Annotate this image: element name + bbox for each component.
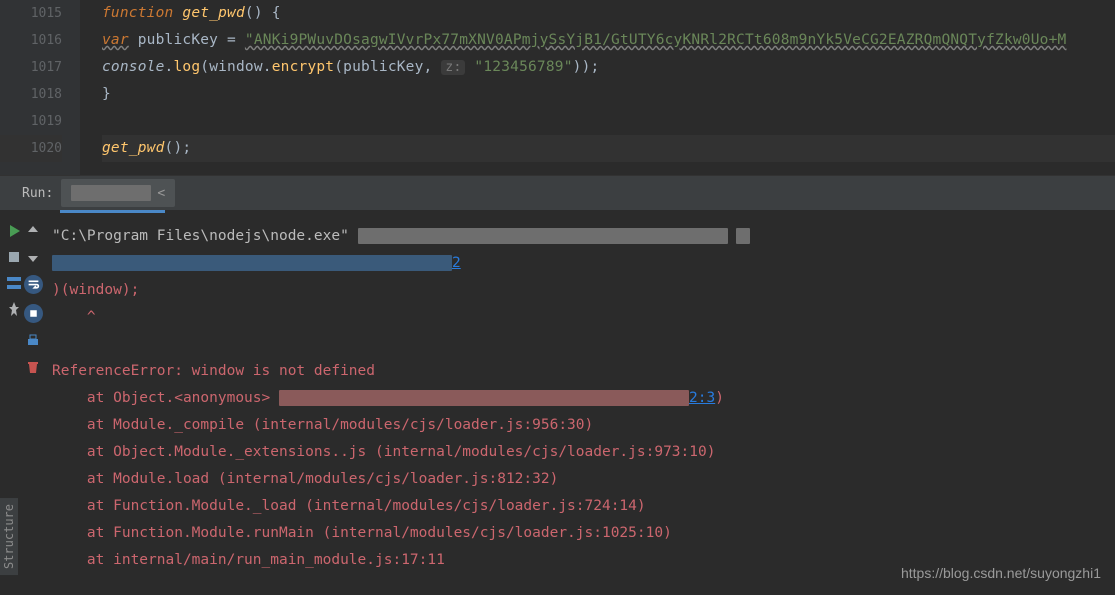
code-line[interactable]: var publicKey = "ANKi9PWuvDOsagwIVvrPx77… bbox=[102, 27, 1115, 54]
method-encrypt: encrypt bbox=[272, 59, 335, 75]
console-line: "C:\Program Files\nodejs\node.exe" bbox=[52, 223, 1115, 250]
function-call: get_pwd bbox=[102, 140, 165, 156]
link-tail[interactable]: 2 bbox=[452, 255, 461, 271]
pin-icon[interactable] bbox=[6, 301, 22, 317]
editor-area: 1015 1016 1017 1018 1019 1020 function g… bbox=[0, 0, 1115, 175]
node-path: "C:\Program Files\nodejs\node.exe" bbox=[52, 228, 349, 244]
layout-icon[interactable] bbox=[6, 275, 22, 291]
redacted bbox=[279, 390, 689, 406]
console-line: 2 bbox=[52, 250, 1115, 277]
soft-wrap-icon[interactable] bbox=[24, 275, 43, 294]
run-panel-header: Run: < bbox=[0, 176, 1115, 210]
trace-link[interactable]: 2:3 bbox=[689, 390, 715, 406]
clear-all-icon[interactable] bbox=[25, 359, 41, 375]
stop-icon[interactable] bbox=[6, 249, 22, 265]
console-line bbox=[52, 331, 1115, 358]
rerun-icon[interactable] bbox=[6, 223, 22, 239]
line-number: 1019 bbox=[0, 108, 62, 135]
code-line[interactable] bbox=[102, 108, 1115, 135]
code-line[interactable]: console.log(window.encrypt(publicKey, z:… bbox=[102, 54, 1115, 81]
redacted bbox=[358, 228, 728, 244]
console-line: )(window); bbox=[52, 277, 1115, 304]
redacted-link[interactable] bbox=[52, 255, 452, 271]
scroll-to-end-icon[interactable] bbox=[24, 304, 43, 323]
console-line: ^ bbox=[52, 304, 1115, 331]
line-number: 1017 bbox=[0, 54, 62, 81]
stack-trace-line: at Module.load (internal/modules/cjs/loa… bbox=[52, 466, 1115, 493]
structure-tool-window-tab[interactable]: Structure bbox=[0, 498, 18, 575]
variable-name: publicKey bbox=[138, 32, 218, 48]
object-console: console bbox=[102, 59, 165, 75]
line-number: 1020 bbox=[0, 135, 62, 162]
line-number: 1018 bbox=[0, 81, 62, 108]
stack-trace-line: at Function.Module._load (internal/modul… bbox=[52, 493, 1115, 520]
run-tab[interactable]: < bbox=[61, 179, 175, 207]
string-literal: "123456789" bbox=[474, 59, 572, 75]
run-tab-name-redacted bbox=[71, 185, 151, 201]
code-line[interactable]: function get_pwd() { bbox=[102, 0, 1115, 27]
line-number-gutter: 1015 1016 1017 1018 1019 1020 bbox=[0, 0, 80, 175]
print-icon[interactable] bbox=[25, 333, 41, 349]
console-output[interactable]: "C:\Program Files\nodejs\node.exe" 2 )(w… bbox=[50, 213, 1115, 574]
stack-trace-line: at Object.<anonymous> 2:3) bbox=[52, 385, 1115, 412]
line-number: 1016 bbox=[0, 27, 62, 54]
keyword-var: var bbox=[102, 32, 129, 48]
run-label: Run: bbox=[22, 186, 53, 201]
error-message: ReferenceError: window is not defined bbox=[52, 358, 1115, 385]
object-window: window bbox=[209, 59, 263, 75]
code-line-active[interactable]: get_pwd(); bbox=[102, 135, 1115, 162]
string-literal: "ANKi9PWuvDOsagwIVvrPx77mXNV0APmjySsYjB1… bbox=[245, 32, 1067, 48]
redacted bbox=[736, 228, 750, 244]
stack-trace-line: at Module._compile (internal/modules/cjs… bbox=[52, 412, 1115, 439]
watermark-url: https://blog.csdn.net/suyongzhi1 bbox=[901, 565, 1101, 581]
code-editor[interactable]: function get_pwd() { var publicKey = "AN… bbox=[80, 0, 1115, 175]
run-panel: Run: < bbox=[0, 175, 1115, 574]
stack-trace-line: at Function.Module.runMain (internal/mod… bbox=[52, 520, 1115, 547]
line-number: 1015 bbox=[0, 0, 62, 27]
argument: publicKey bbox=[343, 59, 423, 75]
operator: = bbox=[227, 32, 236, 48]
method-log: log bbox=[173, 59, 200, 75]
function-name: get_pwd bbox=[182, 5, 245, 21]
punct: () { bbox=[245, 5, 281, 21]
param-hint: z: bbox=[441, 60, 465, 75]
keyword-function: function bbox=[102, 5, 173, 21]
stack-trace-line: at Object.Module._extensions..js (intern… bbox=[52, 439, 1115, 466]
run-tab-chevron[interactable]: < bbox=[157, 186, 165, 201]
watermark: https://blog.csdn.net/suyongzhi1 bbox=[901, 565, 1101, 581]
up-arrow-icon[interactable] bbox=[25, 223, 41, 239]
code-line[interactable]: } bbox=[102, 81, 1115, 108]
down-arrow-icon[interactable] bbox=[25, 249, 41, 265]
